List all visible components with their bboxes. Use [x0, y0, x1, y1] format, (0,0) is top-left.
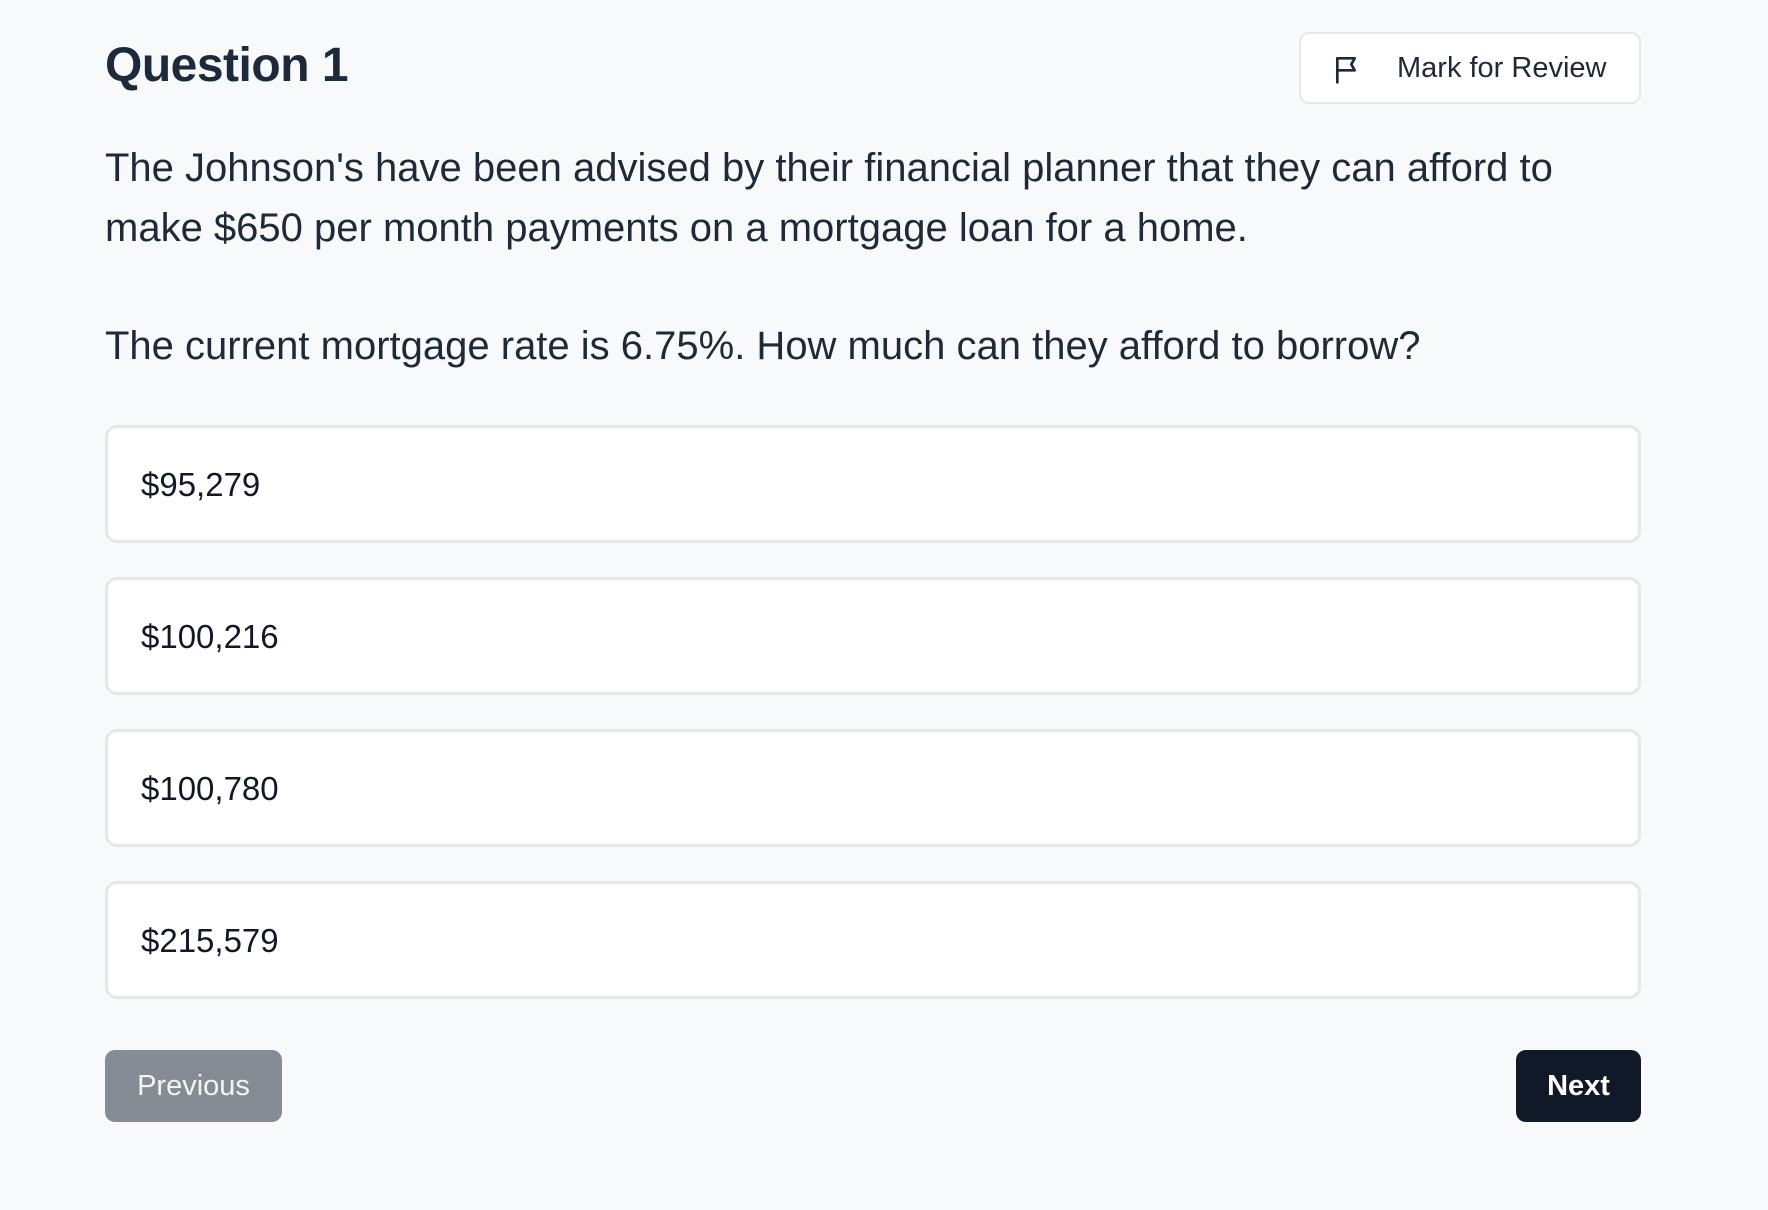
- next-button[interactable]: Next: [1516, 1050, 1641, 1122]
- answer-option-label: $215,579: [141, 922, 279, 959]
- answer-option-2[interactable]: $100,216: [105, 577, 1641, 695]
- answer-option-3[interactable]: $100,780: [105, 729, 1641, 847]
- question-card: Question 1 Mark for Review The Johnson's…: [105, 0, 1641, 1122]
- mark-for-review-button[interactable]: Mark for Review: [1299, 32, 1641, 104]
- question-header: Question 1 Mark for Review: [105, 0, 1641, 130]
- previous-button[interactable]: Previous: [105, 1050, 282, 1122]
- answer-option-1[interactable]: $95,279: [105, 425, 1641, 543]
- answer-option-label: $100,780: [141, 770, 279, 807]
- answer-option-label: $95,279: [141, 466, 261, 503]
- answer-option-4[interactable]: $215,579: [105, 881, 1641, 999]
- question-title: Question 1: [105, 39, 349, 92]
- flag-icon: [1336, 57, 1356, 84]
- question-prompt: The Johnson's have been advised by their…: [105, 146, 1553, 250]
- mark-for-review-label: Mark for Review: [1397, 52, 1607, 84]
- answer-option-label: $100,216: [141, 618, 279, 655]
- question-prompt-follow-up: The current mortgage rate is 6.75%. How …: [105, 324, 1421, 368]
